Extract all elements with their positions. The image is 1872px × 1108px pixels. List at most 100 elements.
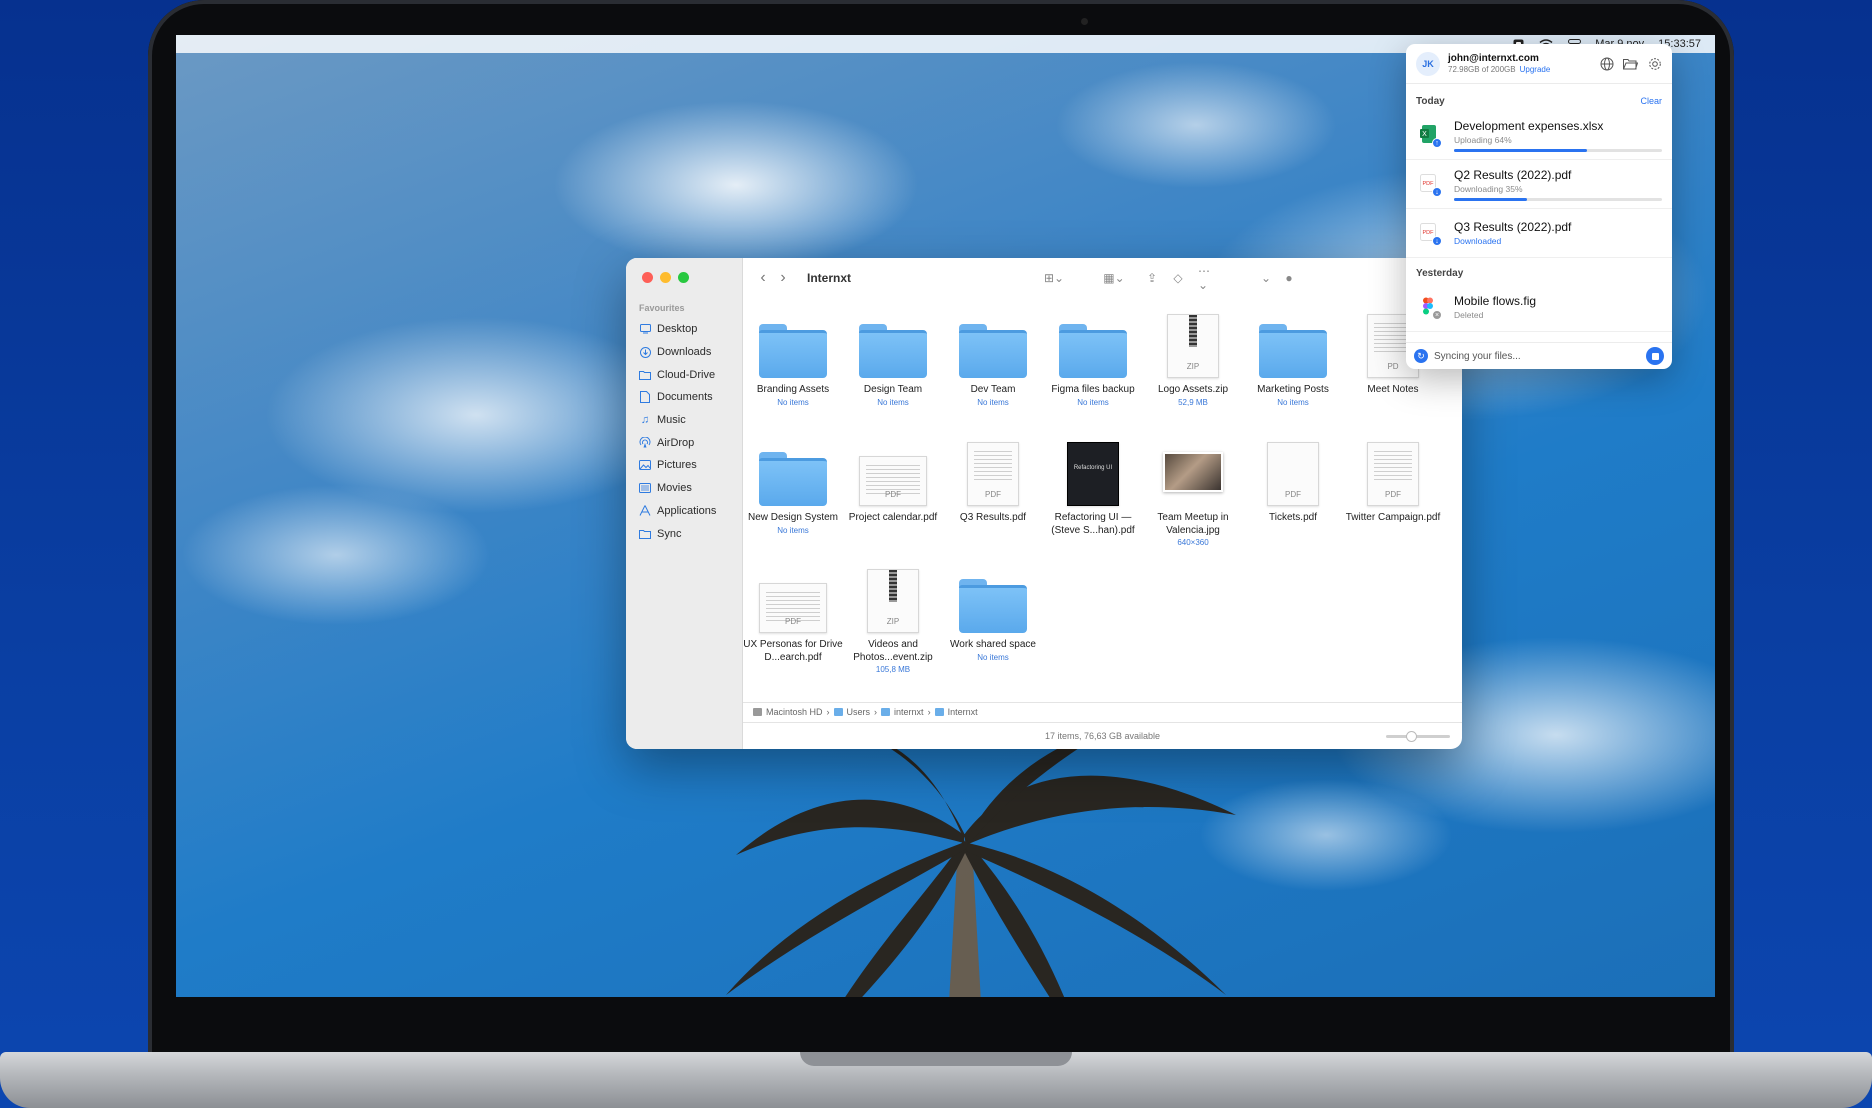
folder-icon xyxy=(859,324,927,378)
sync-icon: ↻ xyxy=(1414,349,1428,363)
file-item[interactable]: ZIP Logo Assets.zip 52,9 MB xyxy=(1143,310,1243,407)
download-icon: ↓ xyxy=(1432,187,1442,197)
finder-toolbar: ‹ › Internxt ⊞⌄ ▦⌄ ⇪ ◇ ⋯⌄ ⌄ ● xyxy=(743,258,1462,298)
section-today: Today Clear xyxy=(1416,96,1662,107)
file-item[interactable]: New Design System No items xyxy=(743,438,843,535)
zip-file-icon: ZIP xyxy=(1167,314,1219,378)
finder-sidebar: Favourites Desktop Downloads Cloud-Drive… xyxy=(626,258,743,749)
window-controls xyxy=(642,272,689,283)
pdf-file-icon: PDF xyxy=(967,442,1019,506)
window-title: Internxt xyxy=(807,271,852,285)
file-item[interactable]: Dev Team No items xyxy=(943,310,1043,407)
more-actions-icon[interactable]: ⋯⌄ xyxy=(1198,264,1220,292)
zip-file-icon: ZIP xyxy=(867,569,919,633)
desktop-icon xyxy=(639,323,651,335)
svg-text:PDF: PDF xyxy=(1423,181,1435,187)
svg-text:X: X xyxy=(1422,131,1427,138)
sidebar-heading: Favourites xyxy=(639,303,685,313)
laptop-notch xyxy=(800,1052,1072,1066)
desktop-screen: Mar 9 nov 15:33:57 Favourites Desktop Do… xyxy=(176,35,1715,997)
sidebar-item-desktop[interactable]: Desktop xyxy=(639,318,739,341)
pdf-file-icon: PDF ↓ xyxy=(1420,223,1442,246)
upload-icon: ↑ xyxy=(1432,138,1442,148)
sidebar-item-cloud-drive[interactable]: Cloud-Drive xyxy=(639,363,739,386)
pictures-icon xyxy=(639,459,651,471)
path-segment[interactable]: Users xyxy=(847,707,871,717)
file-item[interactable]: Refactoring UI Refactoring UI — (Steve S.… xyxy=(1043,438,1143,537)
sidebar-item-downloads[interactable]: Downloads xyxy=(639,341,739,364)
figma-file-icon: × xyxy=(1420,297,1442,320)
sidebar-item-airdrop[interactable]: AirDrop xyxy=(639,431,739,454)
disk-icon xyxy=(753,707,762,716)
share-icon[interactable]: ⇪ xyxy=(1141,270,1163,286)
upgrade-link[interactable]: Upgrade xyxy=(1520,65,1551,74)
panel-header: JK john@internxt.com 72.98GB of 200GB Upg… xyxy=(1406,44,1672,84)
file-item[interactable]: Branding Assets No items xyxy=(743,310,843,407)
tag-icon[interactable]: ◇ xyxy=(1167,270,1189,286)
account-email: john@internxt.com xyxy=(1448,53,1539,64)
folder-open-icon[interactable] xyxy=(1623,56,1638,71)
activity-row[interactable]: PDF ↓ Q3 Results (2022).pdf Downloaded xyxy=(1406,209,1672,258)
progress-bar xyxy=(1454,148,1662,152)
forward-icon[interactable]: › xyxy=(773,268,793,288)
file-item[interactable]: PDF Twitter Campaign.pdf xyxy=(1343,438,1443,525)
folder-icon xyxy=(1059,324,1127,378)
sidebar-item-music[interactable]: ♫ Music xyxy=(639,409,739,432)
file-item[interactable]: PDF Q3 Results.pdf xyxy=(943,438,1043,525)
panel-footer: ↻ Syncing your files... xyxy=(1406,342,1672,369)
pdf-file-icon: PDF xyxy=(759,583,827,633)
folder-icon xyxy=(934,707,944,716)
back-icon[interactable]: ‹ xyxy=(753,268,773,288)
sidebar-item-documents[interactable]: Documents xyxy=(639,386,739,409)
path-segment[interactable]: Macintosh HD xyxy=(766,707,823,717)
globe-icon[interactable] xyxy=(1599,56,1614,71)
zoom-button[interactable] xyxy=(678,272,689,283)
clear-button[interactable]: Clear xyxy=(1640,96,1662,107)
file-item[interactable]: PDF UX Personas for Drive D...earch.pdf xyxy=(743,565,843,664)
progress-bar xyxy=(1454,197,1662,201)
status-bar: 17 items, 76,63 GB available xyxy=(743,722,1462,749)
sidebar-item-movies[interactable]: Movies xyxy=(639,477,739,500)
sidebar-item-applications[interactable]: Applications xyxy=(639,500,739,523)
file-item[interactable]: PDF Project calendar.pdf xyxy=(843,438,943,525)
avatar[interactable]: JK xyxy=(1416,51,1440,76)
activity-row[interactable]: X ↑ Development expenses.xlsx Uploading … xyxy=(1406,111,1672,160)
folder-icon xyxy=(959,579,1027,633)
svg-text:PDF: PDF xyxy=(1423,230,1435,236)
gear-icon[interactable] xyxy=(1647,56,1662,71)
minimize-button[interactable] xyxy=(660,272,671,283)
file-item[interactable]: Team Meetup in Valencia.jpg 640×360 xyxy=(1143,438,1243,547)
close-button[interactable] xyxy=(642,272,653,283)
path-segment[interactable]: Internxt xyxy=(948,707,978,717)
sidebar-item-pictures[interactable]: Pictures xyxy=(639,454,739,477)
folder-icon xyxy=(759,324,827,378)
file-item[interactable]: Work shared space No items xyxy=(943,565,1043,662)
document-icon xyxy=(639,391,651,404)
stop-sync-button[interactable] xyxy=(1646,347,1664,365)
internxt-sync-panel: JK john@internxt.com 72.98GB of 200GB Upg… xyxy=(1406,44,1672,369)
activity-row[interactable]: × Mobile flows.fig Deleted xyxy=(1406,283,1672,332)
file-item[interactable]: Design Team No items xyxy=(843,310,943,407)
finder-window: Favourites Desktop Downloads Cloud-Drive… xyxy=(626,258,1462,749)
pdf-file-icon: PDF xyxy=(1367,442,1419,506)
section-yesterday: Yesterday xyxy=(1416,268,1464,279)
file-item[interactable]: Figma files backup No items xyxy=(1043,310,1143,407)
file-item[interactable]: PDF Tickets.pdf xyxy=(1243,438,1343,525)
downloads-icon xyxy=(639,346,651,358)
account-icon[interactable]: ● xyxy=(1278,270,1300,286)
group-icon[interactable]: ▦⌄ xyxy=(1103,270,1125,286)
activity-row[interactable]: PDF ↓ Q2 Results (2022).pdf Downloading … xyxy=(1406,160,1672,209)
file-item[interactable]: ZIP Videos and Photos...event.zip 105,8 MB xyxy=(843,565,943,674)
palm-tree-wallpaper xyxy=(726,725,1236,997)
icon-size-slider[interactable] xyxy=(1386,731,1450,742)
chevron-down-icon[interactable]: ⌄ xyxy=(1255,270,1277,286)
file-item[interactable]: Marketing Posts No items xyxy=(1243,310,1343,407)
folder-icon xyxy=(959,324,1027,378)
pdf-file-icon: PDF xyxy=(859,456,927,506)
sidebar-item-sync[interactable]: Sync xyxy=(639,522,739,545)
sidebar-list: Desktop Downloads Cloud-Drive Documents … xyxy=(639,318,739,545)
view-grid-icon[interactable]: ⊞⌄ xyxy=(1043,270,1065,286)
sync-status: Syncing your files... xyxy=(1434,350,1521,362)
path-segment[interactable]: internxt xyxy=(894,707,924,717)
status-text: 17 items, 76,63 GB available xyxy=(1044,731,1161,741)
